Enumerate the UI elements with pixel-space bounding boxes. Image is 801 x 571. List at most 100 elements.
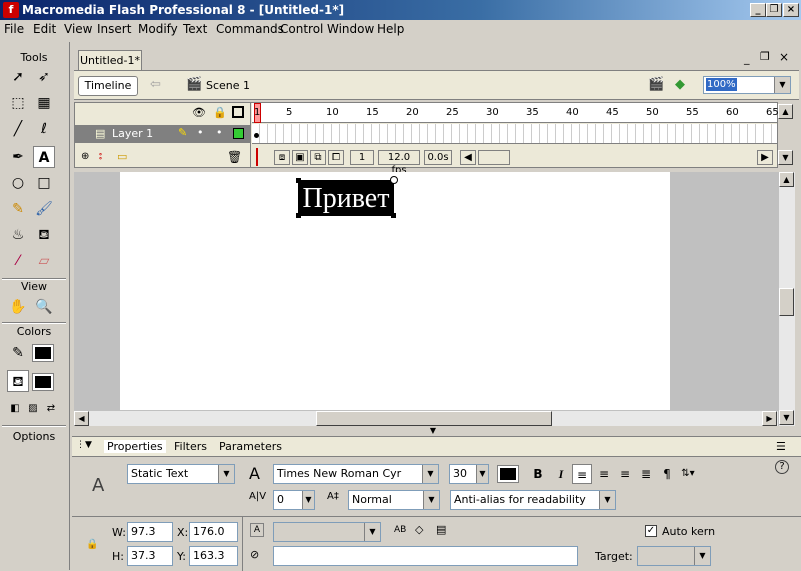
scroll-right-icon[interactable]: ▶	[757, 150, 773, 165]
document-tab[interactable]: Untitled-1*	[78, 50, 142, 70]
lasso-tool-icon[interactable]: ℓ	[33, 118, 55, 140]
motion-guide-icon[interactable]: ⦂	[99, 151, 102, 162]
swap-colors-icon[interactable]: ⇄	[40, 398, 62, 420]
scroll-down-icon[interactable]: ▼	[779, 410, 794, 425]
paragraph-icon[interactable]: ¶	[657, 464, 677, 484]
chevron-down-icon[interactable]: ▼	[774, 77, 790, 93]
font-family-select[interactable]: Times New Roman Cyr ▼	[273, 464, 439, 484]
restore-button[interactable]: ❐	[766, 3, 782, 17]
free-transform-tool-icon[interactable]: ⬚	[7, 92, 29, 114]
hand-tool-icon[interactable]: ✋	[7, 296, 29, 318]
embed-icon[interactable]: ◇	[415, 523, 423, 536]
tab-properties[interactable]: Properties	[104, 440, 166, 453]
chevron-down-icon[interactable]: ▼	[423, 491, 439, 509]
width-field[interactable]: 97.3	[127, 522, 173, 542]
brush-tool-icon[interactable]: 🖌	[33, 198, 55, 220]
close-button[interactable]: ×	[783, 3, 799, 17]
timeline-scroll-thumb[interactable]	[478, 150, 510, 165]
layer-row[interactable]: ▤ Layer 1 ✎ • •	[75, 125, 251, 143]
text-tool-icon[interactable]: A	[33, 146, 55, 168]
subselection-tool-icon[interactable]: ➶	[33, 66, 55, 88]
zoom-control[interactable]: 100% ▼	[703, 76, 791, 94]
panel-collapse-icon[interactable]: ▼	[410, 427, 456, 435]
tab-filters[interactable]: Filters	[174, 440, 207, 453]
transform-handle[interactable]	[296, 178, 301, 183]
scroll-left-icon[interactable]: ◀	[460, 150, 476, 165]
edit-multiple-frames-icon[interactable]: ⧠	[328, 150, 344, 165]
scroll-right-icon[interactable]: ▶	[762, 411, 777, 426]
character-position-select[interactable]: Normal ▼	[348, 490, 440, 510]
chevron-down-icon[interactable]: ▼	[302, 491, 314, 509]
back-arrow-icon[interactable]: ⇦	[150, 77, 161, 92]
rectangle-tool-icon[interactable]: □	[33, 172, 55, 194]
ink-bottle-tool-icon[interactable]: ♨	[7, 224, 29, 246]
doc-close-icon[interactable]: ×	[779, 50, 789, 64]
chevron-down-icon[interactable]: ▼	[422, 465, 438, 483]
scroll-left-icon[interactable]: ◀	[74, 411, 89, 426]
y-field[interactable]: 163.3	[189, 546, 238, 566]
align-center-icon[interactable]: ≡	[594, 464, 614, 484]
doc-minimize-icon[interactable]: _	[744, 52, 750, 65]
align-left-icon[interactable]: ≡	[572, 464, 592, 484]
scene-label[interactable]: Scene 1	[206, 79, 250, 92]
italic-button[interactable]: I	[551, 464, 571, 484]
timeline-scroll-up-icon[interactable]: ▲	[778, 104, 793, 119]
zoom-tool-icon[interactable]: 🔍	[33, 296, 55, 318]
flash-app-icon[interactable]: f	[3, 2, 19, 18]
paint-bucket-tool-icon[interactable]: ⛾	[33, 224, 55, 246]
oval-tool-icon[interactable]: ○	[7, 172, 29, 194]
visibility-dot-icon[interactable]: •	[197, 126, 204, 139]
eyedropper-tool-icon[interactable]: ⁄	[7, 250, 29, 272]
text-color-swatch[interactable]	[497, 465, 519, 483]
border-icon[interactable]: ▤	[436, 523, 446, 536]
menu-commands[interactable]: Commands	[216, 22, 284, 36]
menu-text[interactable]: Text	[183, 22, 207, 36]
stage-vertical-scrollbar[interactable]: ▲ ▼	[778, 172, 795, 426]
chevron-down-icon[interactable]: ▼	[218, 465, 234, 483]
help-icon[interactable]: ?	[775, 460, 789, 474]
selectable-icon[interactable]: AB	[394, 525, 406, 535]
minimize-button[interactable]: _	[750, 3, 766, 17]
justify-icon[interactable]: ≣	[636, 464, 656, 484]
stage[interactable]: Привет	[120, 172, 670, 410]
layer-name[interactable]: Layer 1	[112, 127, 153, 140]
url-field[interactable]	[273, 546, 578, 566]
vertical-scroll-thumb[interactable]	[779, 288, 794, 316]
scroll-up-icon[interactable]: ▲	[779, 172, 794, 187]
outline-color-icon[interactable]	[233, 128, 244, 139]
timeline-scroll-down-icon[interactable]: ▼	[778, 150, 793, 165]
menu-view[interactable]: View	[64, 22, 92, 36]
insert-folder-icon[interactable]: ▭	[117, 150, 127, 163]
menu-edit[interactable]: Edit	[33, 22, 56, 36]
eraser-tool-icon[interactable]: ▱	[33, 250, 55, 272]
pen-tool-icon[interactable]: ✒	[7, 146, 29, 168]
auto-kern-checkbox[interactable]: ✓	[645, 525, 657, 537]
outline-icon[interactable]	[232, 106, 244, 118]
transform-handle[interactable]	[296, 213, 301, 218]
lock-icon[interactable]: 🔒	[86, 539, 98, 550]
transform-handle[interactable]	[391, 213, 396, 218]
doc-restore-icon[interactable]: ❐	[760, 50, 770, 63]
tab-parameters[interactable]: Parameters	[219, 440, 282, 453]
x-field[interactable]: 176.0	[189, 522, 238, 542]
frame-ruler[interactable]: 1 5 10 15 20 25 30 35 40 45 50 55 60 65	[252, 103, 779, 123]
insert-layer-icon[interactable]: ⊕	[81, 151, 89, 162]
edit-symbols-icon[interactable]: ◆	[675, 77, 685, 92]
onion-outline-icon[interactable]: ⧉	[310, 150, 326, 165]
menu-window[interactable]: Window	[327, 22, 374, 36]
frame-rate[interactable]: 12.0 fps	[378, 150, 420, 176]
lock-dot-icon[interactable]: •	[216, 126, 223, 139]
align-right-icon[interactable]: ≡	[615, 464, 635, 484]
timeline-toggle-button[interactable]: Timeline	[78, 76, 138, 96]
onion-skin-icon[interactable]: ▣	[292, 150, 308, 165]
stage-horizontal-scrollbar[interactable]: ◀ ▶	[74, 410, 778, 426]
bold-button[interactable]: B	[528, 464, 548, 484]
frame-row[interactable]	[252, 124, 777, 144]
text-direction-icon[interactable]: ⇅▾	[678, 464, 698, 484]
horizontal-scroll-thumb[interactable]	[316, 411, 552, 426]
panel-grip-icon[interactable]: ⋮▼	[76, 440, 92, 450]
stroke-color-swatch[interactable]	[32, 344, 54, 362]
chevron-down-icon[interactable]: ▼	[599, 491, 615, 509]
menu-file[interactable]: File	[4, 22, 24, 36]
chevron-down-icon[interactable]: ▼	[476, 465, 488, 483]
